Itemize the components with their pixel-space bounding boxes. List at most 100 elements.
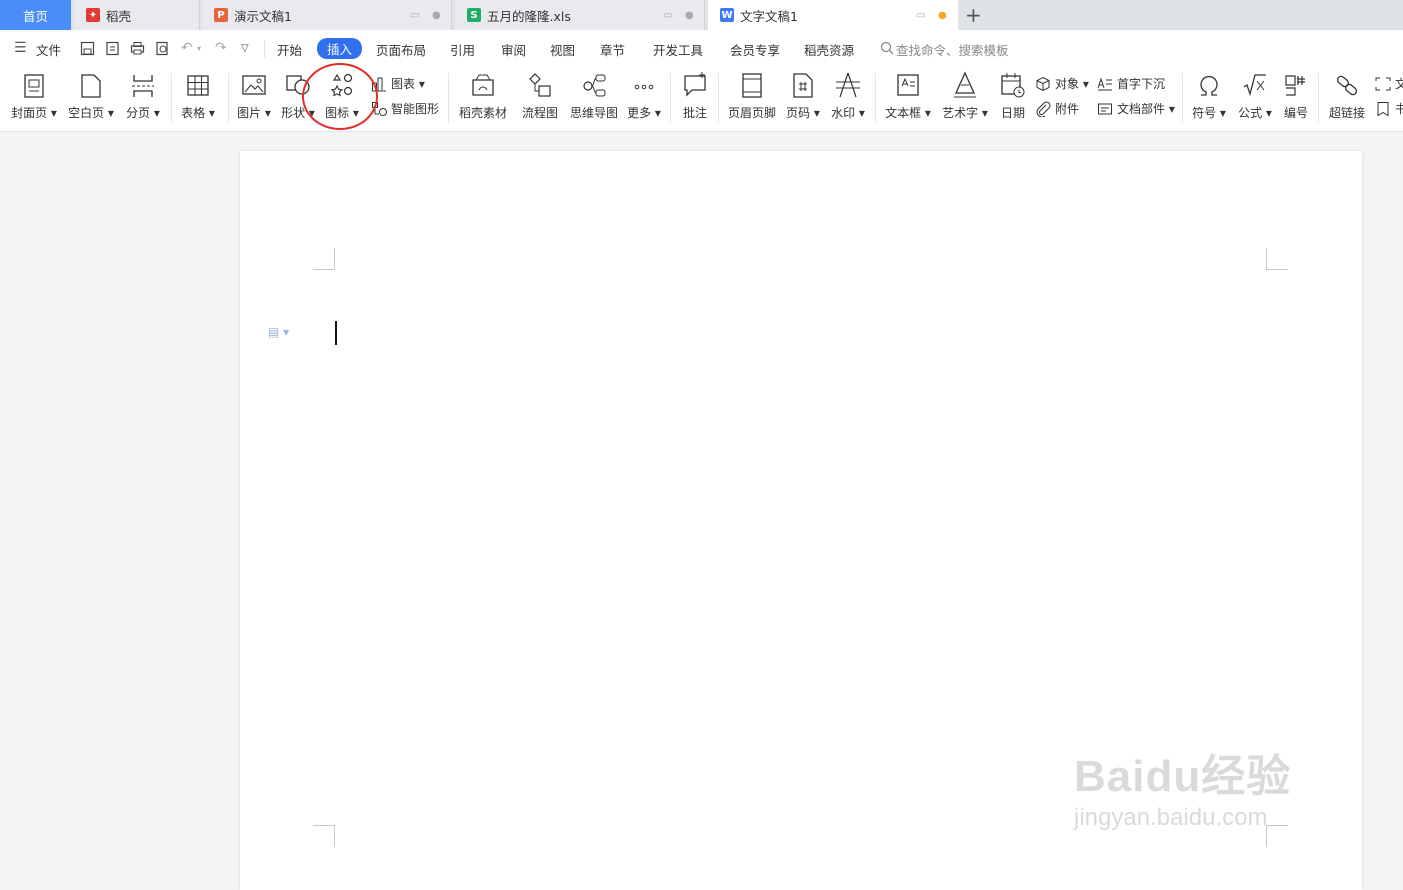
save-icon[interactable] xyxy=(80,41,95,56)
more-label: 更多 xyxy=(627,106,652,120)
header-footer-label: 页眉页脚 xyxy=(727,106,776,120)
export-pdf-icon[interactable] xyxy=(105,41,120,56)
numbering-button[interactable]: 编号 xyxy=(1280,70,1312,121)
picture-button[interactable]: 图片 ▾ xyxy=(235,70,273,121)
hyperlink-button[interactable]: 超链接 xyxy=(1326,70,1368,121)
mindmap-button[interactable]: 思维导图 xyxy=(568,70,620,121)
dropcap-label: 首字下沉 xyxy=(1117,77,1166,91)
cover-page-button[interactable]: 封面页 ▾ xyxy=(10,70,58,121)
omega-symbol-icon xyxy=(1200,76,1218,96)
highlight-circle xyxy=(302,63,378,130)
symbol-label: 符号 xyxy=(1192,106,1217,120)
date-calendar-icon xyxy=(1001,73,1025,98)
margin-corner-top-right xyxy=(1266,248,1288,270)
more-dots-icon xyxy=(634,84,654,90)
comment-button[interactable]: 批注 xyxy=(678,70,712,121)
watermark-label: 水印 xyxy=(831,106,856,120)
object-button[interactable]: 对象 ▾ xyxy=(1035,75,1089,92)
search-icon xyxy=(880,41,894,55)
close-dot-icon[interactable]: ● xyxy=(685,10,694,21)
bookmark-icon xyxy=(1377,101,1389,116)
menu-references[interactable]: 引用 xyxy=(450,40,475,59)
menu-start[interactable]: 开始 xyxy=(277,40,302,59)
shape-label: 形状 xyxy=(281,106,306,120)
table-icon xyxy=(187,75,209,96)
menu-chapter[interactable]: 章节 xyxy=(600,40,625,59)
smartart-button[interactable]: 智能图形 xyxy=(371,100,439,117)
attachment-label: 附件 xyxy=(1055,102,1080,116)
page-number-button[interactable]: 页码 ▾ xyxy=(785,70,821,121)
tab-doc[interactable]: W 文字文稿1 ▭ ● xyxy=(708,0,958,30)
monitor-icon[interactable]: ▭ xyxy=(410,10,419,21)
page-break-button[interactable]: 分页 ▾ xyxy=(123,70,163,121)
tab-xls[interactable]: S 五月的隆隆.xls ▭ ● xyxy=(455,0,705,30)
cover-page-label: 封面页 xyxy=(11,106,48,120)
mindmap-label: 思维导图 xyxy=(569,106,618,120)
paragraph-handle-icon[interactable]: ▤ ▾ xyxy=(268,325,289,339)
tab-doc-label: 文字文稿1 xyxy=(740,8,798,24)
numbering-label: 编号 xyxy=(1283,106,1308,120)
material-icon xyxy=(472,74,494,96)
more-button[interactable]: 更多 ▾ xyxy=(626,70,662,121)
textbox-button[interactable]: 文本框 ▾ xyxy=(884,70,932,121)
xls-file-icon: S xyxy=(467,8,481,22)
dropcap-icon xyxy=(1097,76,1112,90)
close-dot-icon[interactable]: ● xyxy=(432,10,441,21)
menu-member[interactable]: 会员专享 xyxy=(730,40,780,59)
watermark-logo-text: Baidu经验 xyxy=(1074,752,1292,801)
formula-sqrt-icon xyxy=(1243,74,1266,97)
hyperlink-chain-icon xyxy=(1336,75,1358,96)
comment-label: 批注 xyxy=(682,106,707,120)
tab-home[interactable]: 首页 xyxy=(0,0,71,30)
command-search[interactable]: 查找命令、搜索模板 xyxy=(896,40,1009,59)
textbox-icon xyxy=(897,74,919,96)
unsaved-dot-icon[interactable]: ● xyxy=(938,10,947,21)
menu-insert[interactable]: 插入 xyxy=(317,38,363,59)
undo-icon[interactable]: ↶ xyxy=(181,40,193,56)
date-button[interactable]: 日期 xyxy=(998,70,1028,121)
menu-file[interactable]: 文件 xyxy=(36,40,61,59)
monitor-icon[interactable]: ▭ xyxy=(916,10,925,21)
tab-daoke[interactable]: ✦ 稻壳 xyxy=(74,0,200,30)
hamburger-menu-icon[interactable]: ☰ xyxy=(14,40,27,56)
comment-icon xyxy=(684,72,706,97)
object-label: 对象 xyxy=(1055,77,1080,91)
crossref-icon xyxy=(1375,77,1391,90)
header-footer-icon xyxy=(742,73,762,98)
chart-button[interactable]: 图表 ▾ xyxy=(371,75,425,92)
picture-icon xyxy=(242,75,266,95)
blank-page-button[interactable]: 空白页 ▾ xyxy=(67,70,115,121)
flowchart-button[interactable]: 流程图 xyxy=(520,70,560,121)
dropcap-button[interactable]: 首字下沉 xyxy=(1097,75,1165,92)
print-preview-icon[interactable] xyxy=(155,41,170,56)
print-icon[interactable] xyxy=(130,41,145,56)
wordart-button[interactable]: 艺术字 ▾ xyxy=(941,70,989,121)
tab-ppt[interactable]: P 演示文稿1 ▭ ● xyxy=(202,0,452,30)
attachment-button[interactable]: 附件 xyxy=(1035,100,1079,117)
baidu-watermark: Baidu经验 jingyan.baidu.com xyxy=(1074,740,1291,832)
bookmark-button[interactable]: 书 xyxy=(1375,100,1403,117)
daoke-material-button[interactable]: 稻壳素材 xyxy=(457,70,509,121)
customize-toolbar-icon[interactable]: ▽ xyxy=(241,43,249,54)
new-tab-plus-icon[interactable]: + xyxy=(965,3,982,27)
docpart-button[interactable]: 文档部件 ▾ xyxy=(1097,100,1175,117)
page-number-label: 页码 xyxy=(786,106,811,120)
redo-icon[interactable]: ↷ xyxy=(215,40,227,56)
crossref-button[interactable]: 文 xyxy=(1375,75,1403,92)
formula-button[interactable]: 公式 ▾ xyxy=(1236,70,1274,121)
picture-label: 图片 xyxy=(237,106,262,120)
watermark-button[interactable]: 水印 ▾ xyxy=(830,70,866,121)
table-button[interactable]: 表格 ▾ xyxy=(178,70,218,121)
menu-dev-tools[interactable]: 开发工具 xyxy=(653,40,703,59)
numbering-icon xyxy=(1285,75,1305,96)
blank-page-label: 空白页 xyxy=(68,106,105,120)
flowchart-icon xyxy=(529,73,551,97)
symbol-button[interactable]: 符号 ▾ xyxy=(1190,70,1228,121)
menu-view[interactable]: 视图 xyxy=(550,40,575,59)
monitor-icon[interactable]: ▭ xyxy=(663,10,672,21)
menu-page-layout[interactable]: 页面布局 xyxy=(376,40,426,59)
menu-daoke-resources[interactable]: 稻壳资源 xyxy=(804,40,854,59)
menu-review[interactable]: 审阅 xyxy=(501,40,526,59)
undo-dropdown-icon[interactable]: ▾ xyxy=(197,44,201,53)
header-footer-button[interactable]: 页眉页脚 xyxy=(726,70,778,121)
